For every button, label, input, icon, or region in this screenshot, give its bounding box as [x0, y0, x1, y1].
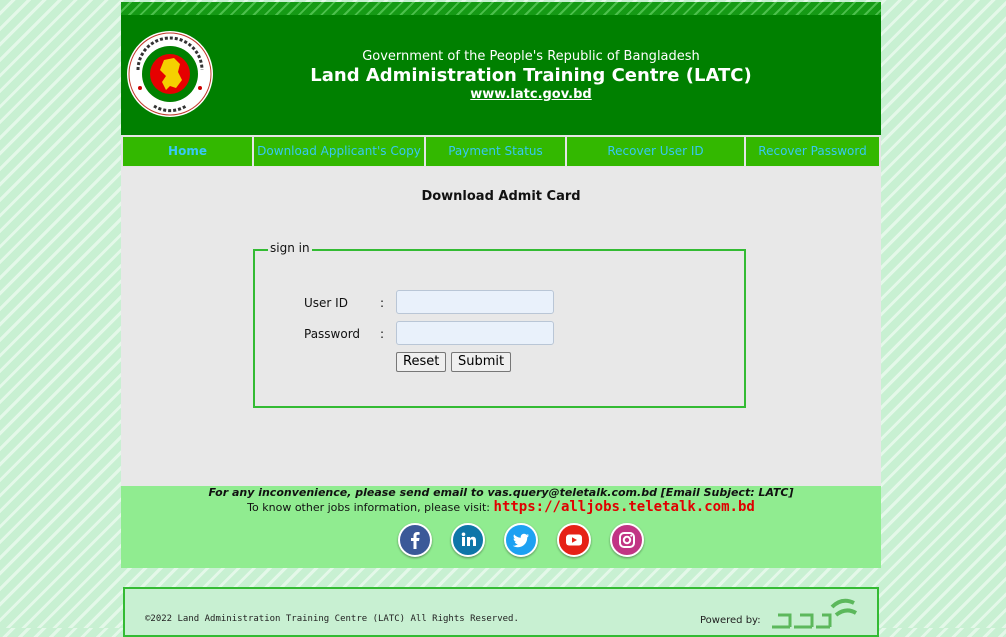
- nav-home[interactable]: Home: [123, 137, 252, 166]
- user-id-label: User ID: [304, 296, 348, 310]
- twitter-icon[interactable]: [504, 523, 538, 557]
- site-title: Land Administration Training Centre (LAT…: [310, 65, 752, 86]
- page-container: Government of the People's Republic of B…: [121, 0, 881, 637]
- nav-payment-status[interactable]: Payment Status: [426, 137, 565, 166]
- nav-recover-user-id[interactable]: Recover User ID: [567, 137, 744, 166]
- signin-fieldset: sign in User ID : Password : Reset Submi…: [253, 241, 746, 408]
- password-label: Password: [304, 327, 361, 341]
- reset-button[interactable]: Reset: [396, 352, 447, 372]
- user-id-input[interactable]: [396, 290, 554, 314]
- support-notice: For any inconvenience, please send email…: [208, 486, 794, 499]
- main-nav: Home Download Applicant's Copy Payment S…: [121, 135, 881, 167]
- main-content: Download Admit Card sign in User ID : Pa…: [121, 167, 881, 486]
- instagram-icon[interactable]: [610, 523, 644, 557]
- teletalk-logo-icon[interactable]: [770, 593, 860, 633]
- site-header: Government of the People's Republic of B…: [121, 15, 881, 135]
- jobs-info-prefix: To know other jobs information, please v…: [247, 501, 491, 514]
- site-footer: For any inconvenience, please send email…: [121, 486, 881, 568]
- page-title: Download Admit Card: [421, 189, 581, 204]
- user-id-colon: :: [380, 296, 385, 310]
- alljobs-link[interactable]: https://alljobs.teletalk.com.bd: [494, 499, 755, 515]
- youtube-icon[interactable]: [557, 523, 591, 557]
- facebook-icon[interactable]: [398, 523, 432, 557]
- top-decor-strip: [121, 2, 881, 15]
- nav-download-applicants-copy[interactable]: Download Applicant's Copy: [254, 137, 424, 166]
- submit-button[interactable]: Submit: [451, 352, 512, 372]
- powered-by-label: Powered by:: [700, 615, 761, 626]
- copyright-box: ©2022 Land Administration Training Centr…: [123, 587, 879, 637]
- password-input[interactable]: [396, 321, 554, 345]
- linkedin-icon[interactable]: [451, 523, 485, 557]
- site-url-link[interactable]: www.latc.gov.bd: [121, 87, 881, 102]
- password-colon: :: [380, 327, 385, 341]
- copyright-text: ©2022 Land Administration Training Centr…: [145, 614, 519, 624]
- nav-recover-password[interactable]: Recover Password: [746, 137, 879, 166]
- jobs-info-line: To know other jobs information, please v…: [121, 499, 881, 515]
- signin-legend: sign in: [268, 241, 312, 255]
- government-line: Government of the People's Republic of B…: [362, 49, 700, 64]
